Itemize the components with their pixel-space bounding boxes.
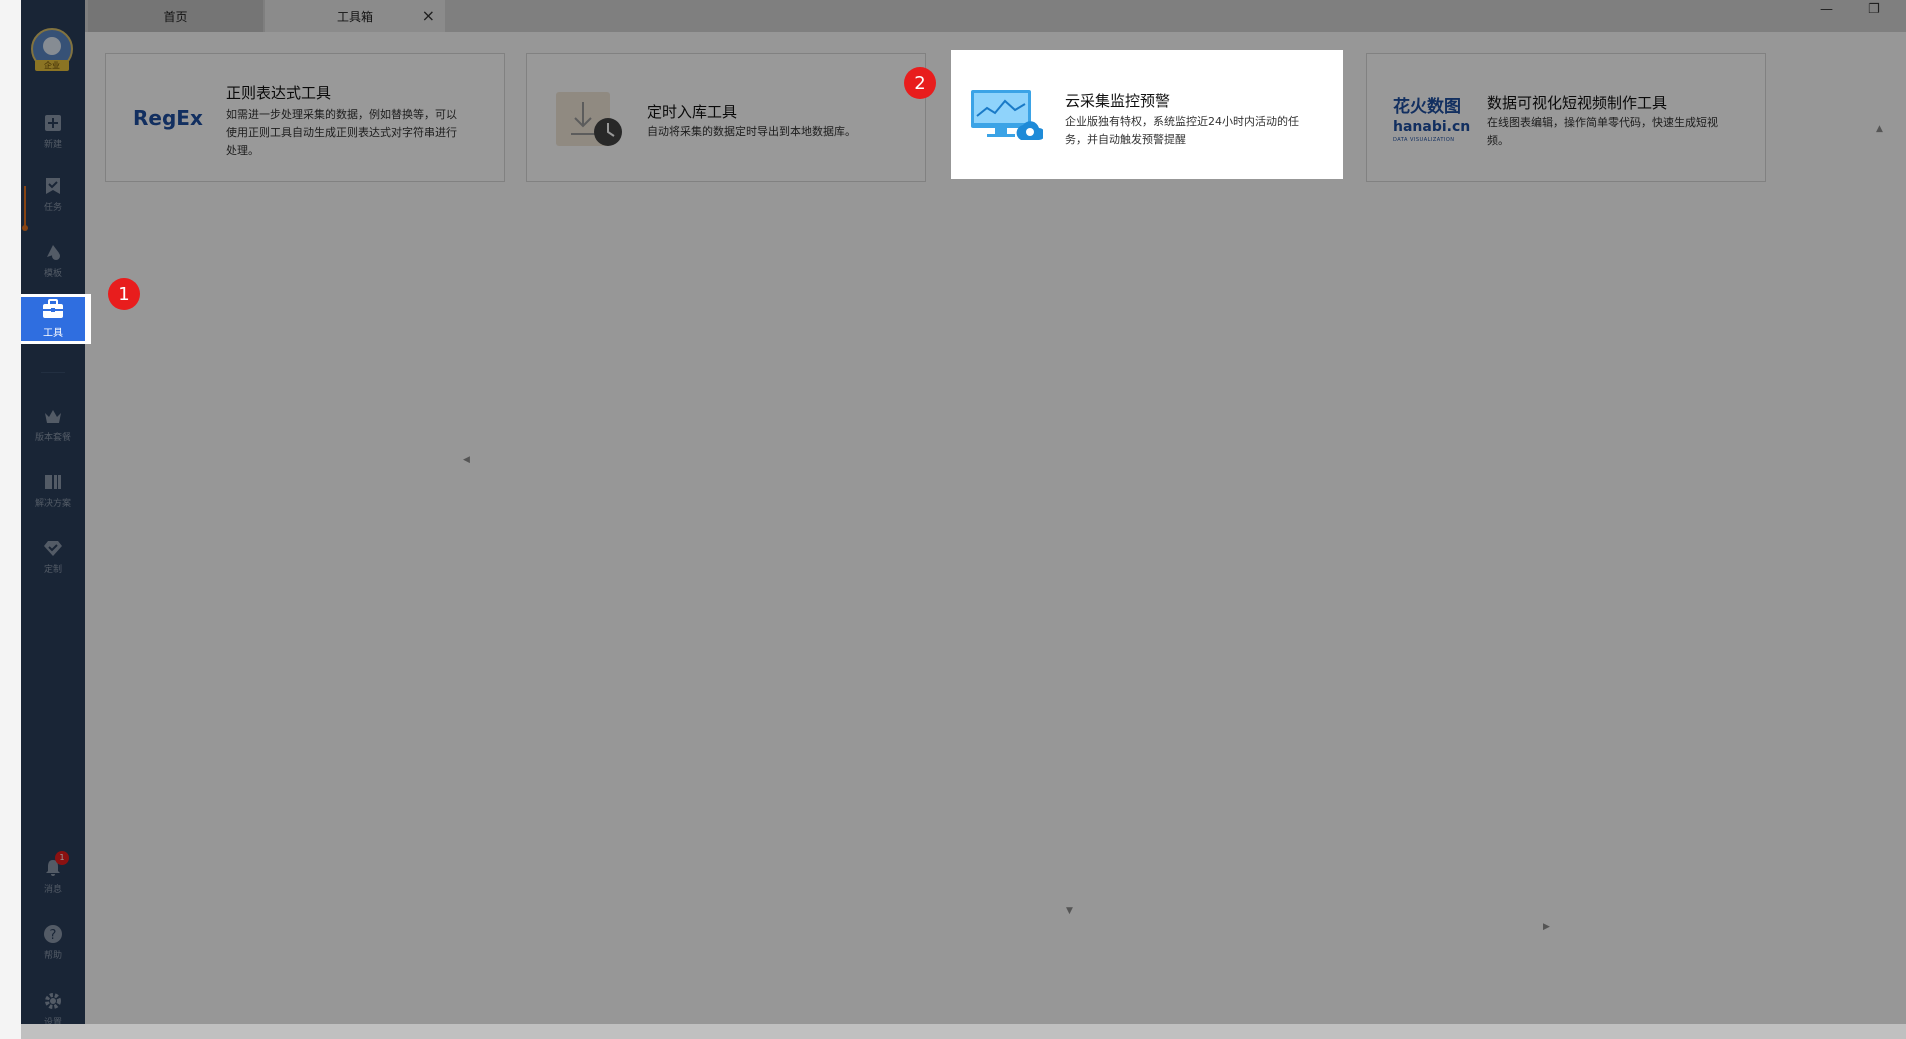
scroll-up-arrow[interactable]: ▲ [1876, 124, 1883, 134]
monitor-cloud-icon [971, 90, 1045, 146]
scroll-down-arrow[interactable]: ▼ [1066, 906, 1073, 916]
highlight-tools: 工具 [21, 294, 91, 344]
tool-card-cloud-monitor[interactable]: 云采集监控预警 企业版独有特权，系统监控近24小时内活动的任务，并自动触发预警提… [951, 50, 1343, 179]
step-marker-2: 2 [904, 67, 936, 99]
sidebar-item-label: 工具 [43, 328, 63, 339]
scroll-left-arrow[interactable]: ◀ [463, 455, 470, 465]
tool-card-title: 云采集监控预警 [1065, 92, 1171, 110]
toolbox-icon [42, 299, 64, 322]
scroll-right-arrow[interactable]: ▶ [1543, 922, 1550, 932]
left-margin [0, 0, 21, 1039]
status-bar [21, 1024, 1906, 1039]
step-marker-1: 1 [108, 278, 140, 310]
tool-card-description: 企业版独有特权，系统监控近24小时内活动的任务，并自动触发预警提醒 [1065, 115, 1299, 146]
sidebar-item-tools[interactable]: 工具 [21, 297, 85, 341]
